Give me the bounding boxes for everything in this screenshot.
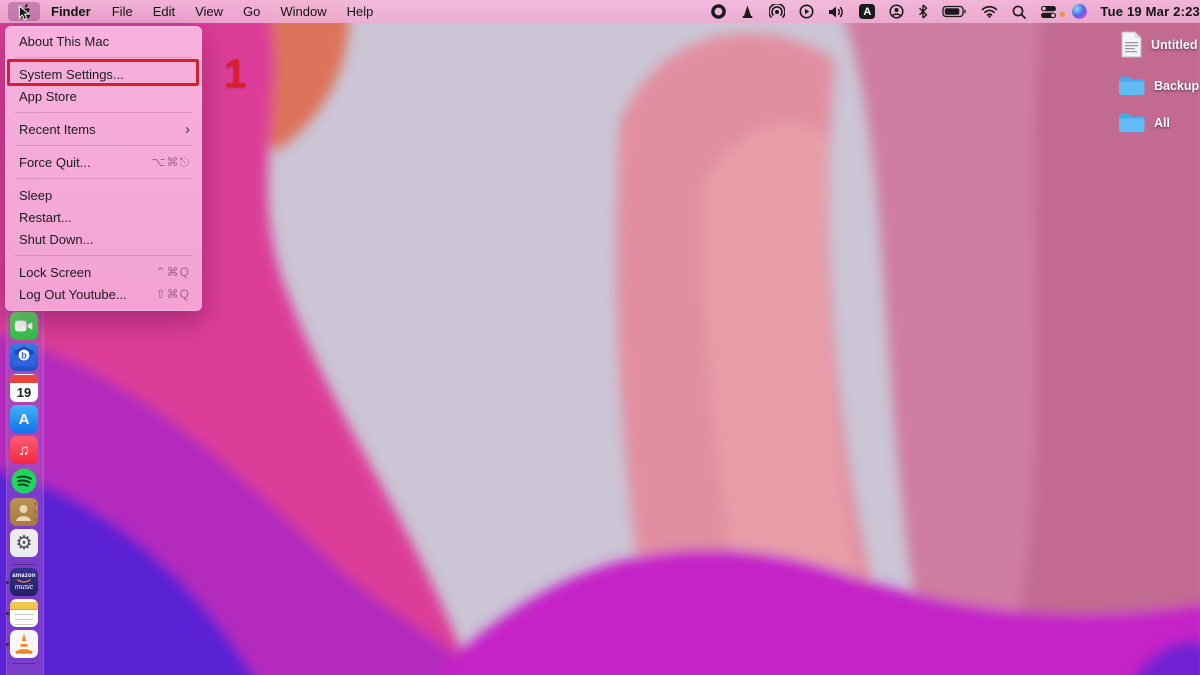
- running-indicator-notes: [6, 612, 9, 615]
- document-icon: [1121, 31, 1142, 58]
- siri-icon[interactable]: [1065, 0, 1094, 23]
- desktop-icon-backup[interactable]: Backup: [1118, 75, 1199, 96]
- dock-separator: [13, 663, 35, 664]
- shortcut-log-out: ⇧⌘Q: [156, 287, 190, 301]
- battery-icon[interactable]: [935, 0, 974, 23]
- user-account-icon[interactable]: [882, 0, 911, 23]
- running-indicator-vlc: [6, 643, 9, 646]
- desktop-label-backup: Backup: [1154, 79, 1199, 93]
- desktop-label-untitled: Untitled: [1151, 38, 1198, 52]
- menu-view[interactable]: View: [185, 0, 233, 23]
- menu-file[interactable]: File: [102, 0, 143, 23]
- dock-contacts-icon[interactable]: [10, 498, 38, 526]
- menu-item-sleep[interactable]: Sleep: [5, 184, 202, 206]
- menu-divider: [15, 57, 192, 58]
- notes-yellow-strip: [10, 602, 38, 610]
- bluetooth-icon[interactable]: [911, 0, 935, 23]
- dock-system-settings-icon[interactable]: ⚙: [10, 529, 38, 557]
- notes-line: [15, 624, 33, 625]
- menu-item-log-out[interactable]: Log Out Youtube... ⇧⌘Q: [5, 283, 202, 305]
- volume-icon[interactable]: [821, 0, 852, 23]
- dock-apple-music-icon[interactable]: ♫: [10, 436, 38, 464]
- dock-bluemail-icon[interactable]: b: [10, 343, 38, 371]
- menu-divider: [15, 145, 192, 146]
- music-note-glyph: ♫: [18, 442, 29, 459]
- app-store-letter: A: [19, 411, 30, 428]
- notes-line: [15, 619, 33, 620]
- dock-amazon-music-icon[interactable]: amazon music: [10, 568, 38, 596]
- menu-edit[interactable]: Edit: [143, 0, 185, 23]
- apple-dropdown-menu: About This Mac System Settings... App St…: [5, 26, 202, 311]
- dock-calendar-icon[interactable]: 19: [10, 374, 38, 402]
- menu-item-force-quit[interactable]: Force Quit... ⌥⌘⎋: [5, 151, 202, 173]
- calendar-red-strip: [10, 375, 38, 383]
- menu-item-system-settings[interactable]: System Settings...: [5, 63, 202, 85]
- calendar-day: 19: [17, 383, 31, 402]
- wifi-icon[interactable]: [974, 0, 1005, 23]
- facetime-camera-glyph: [14, 319, 34, 333]
- menu-divider: [15, 178, 192, 179]
- dock-spotify-icon[interactable]: [10, 467, 38, 495]
- bluemail-envelope-glyph: b: [10, 343, 38, 371]
- gear-glyph: ⚙: [15, 532, 32, 555]
- desktop-icon-all[interactable]: All: [1118, 112, 1170, 133]
- apple-menu-button[interactable]: [8, 2, 40, 21]
- play-status-icon[interactable]: [792, 0, 821, 23]
- menu-item-restart[interactable]: Restart...: [5, 206, 202, 228]
- desktop-label-all: All: [1154, 116, 1170, 130]
- menu-item-app-store[interactable]: App Store: [5, 85, 202, 107]
- dock-vlc-icon[interactable]: [10, 630, 38, 658]
- keyboard-input-icon[interactable]: A: [852, 0, 882, 23]
- spotify-glyph: [10, 467, 38, 495]
- menu-item-recent-items[interactable]: Recent Items ›: [5, 118, 202, 140]
- dock-facetime-icon[interactable]: [10, 312, 38, 340]
- menu-divider: [15, 112, 192, 113]
- menu-item-about-this-mac[interactable]: About This Mac: [5, 30, 202, 52]
- shortcut-force-quit: ⌥⌘⎋: [152, 155, 190, 170]
- menu-item-shut-down[interactable]: Shut Down...: [5, 228, 202, 250]
- menu-bar: Finder File Edit View Go Window Help A: [0, 0, 1200, 23]
- desktop-icon-untitled[interactable]: Untitled: [1121, 31, 1198, 58]
- amazon-smile-glyph: [17, 579, 31, 583]
- amazon-music-text2: music: [15, 584, 33, 591]
- running-indicator-amazon-music: [6, 581, 9, 584]
- contacts-person-glyph: [10, 498, 38, 526]
- annotation-step-number: 1: [224, 52, 246, 97]
- dock-notes-icon[interactable]: [10, 599, 38, 627]
- menu-finder[interactable]: Finder: [40, 0, 102, 23]
- menu-window[interactable]: Window: [270, 0, 336, 23]
- menu-divider: [15, 255, 192, 256]
- svg-text:b: b: [21, 351, 27, 361]
- dock-app-store-icon[interactable]: A: [10, 405, 38, 433]
- submenu-chevron-icon: ›: [185, 122, 190, 137]
- record-status-icon[interactable]: [704, 0, 733, 23]
- control-center-icon[interactable]: [1033, 0, 1064, 23]
- folder-icon: [1118, 75, 1145, 96]
- vlc-status-icon[interactable]: [733, 0, 762, 23]
- dock-separator: [13, 564, 35, 565]
- menu-item-lock-screen[interactable]: Lock Screen ⌃⌘Q: [5, 261, 202, 283]
- mouse-cursor-icon: [18, 5, 31, 21]
- menu-bar-clock[interactable]: Tue 19 Mar 2:23: [1094, 4, 1200, 19]
- folder-icon: [1118, 112, 1145, 133]
- screen-mirroring-icon[interactable]: [762, 0, 792, 23]
- shortcut-lock-screen: ⌃⌘Q: [156, 265, 190, 279]
- menu-help[interactable]: Help: [337, 0, 384, 23]
- menu-bar-status-area: A Tue 19 Mar 2:23: [704, 0, 1200, 23]
- spotlight-search-icon[interactable]: [1005, 0, 1033, 23]
- menu-go[interactable]: Go: [233, 0, 270, 23]
- vlc-cone-glyph: [10, 630, 38, 658]
- notes-line: [15, 614, 33, 615]
